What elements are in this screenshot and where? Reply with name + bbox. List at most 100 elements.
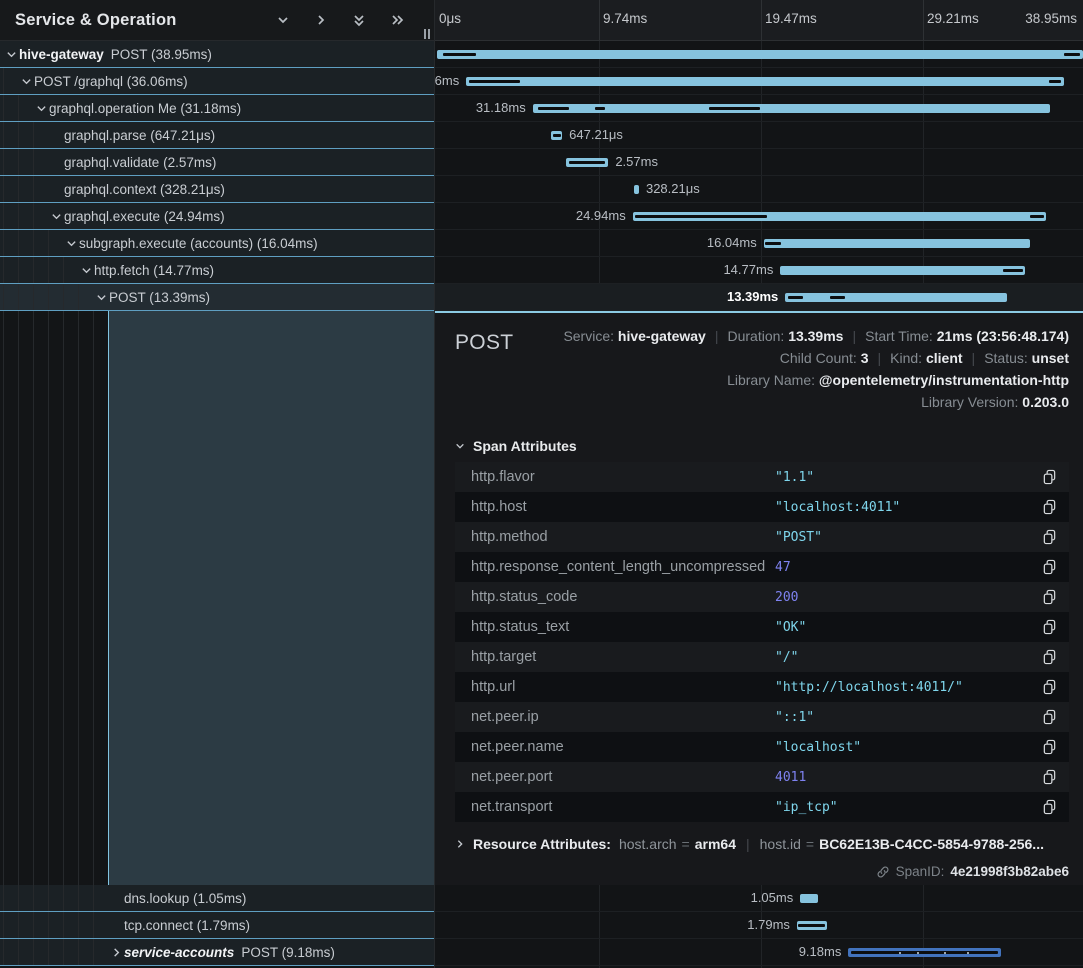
meta-label: Duration: <box>727 328 788 344</box>
row-toggle[interactable] <box>18 76 34 87</box>
copy-value-button[interactable] <box>1042 559 1057 575</box>
row-toggle[interactable] <box>108 947 124 958</box>
span-row[interactable]: http.fetch (14.77ms) <box>0 257 434 284</box>
span-attributes-table: http.flavor"1.1"http.host"localhost:4011… <box>455 462 1069 822</box>
indent-guide <box>18 203 33 229</box>
copy-value-button[interactable] <box>1042 529 1057 545</box>
timeline-row[interactable]: 13.39ms <box>435 284 1083 311</box>
ruler-tick-label: 0μs <box>439 11 461 26</box>
attribute-row: net.transport"ip_tcp" <box>455 792 1069 822</box>
timeline-row[interactable]: 9.18ms <box>435 939 1083 966</box>
span-bar[interactable] <box>533 104 1050 113</box>
copy-value-button[interactable] <box>1042 649 1057 665</box>
row-toggle[interactable] <box>3 49 19 60</box>
timeline-row[interactable]: 647.21μs <box>435 122 1083 149</box>
indent-guide <box>18 284 33 310</box>
span-row[interactable]: POST (13.39ms) <box>0 284 434 311</box>
span-bar[interactable] <box>634 185 639 194</box>
row-toggle[interactable] <box>78 265 94 276</box>
timeline-row[interactable]: 328.21μs <box>435 176 1083 203</box>
span-row[interactable]: subgraph.execute (accounts) (16.04ms) <box>0 230 434 257</box>
attribute-value: "localhost:4011" <box>775 500 900 515</box>
copy-value-button[interactable] <box>1042 499 1057 515</box>
copy-value-button[interactable] <box>1042 679 1057 695</box>
span-row[interactable]: graphql.context (328.21μs) <box>0 176 434 203</box>
row-toggle[interactable] <box>33 103 49 114</box>
chevron-down-icon <box>51 211 62 222</box>
span-bar[interactable] <box>437 50 1083 59</box>
indent-guide <box>33 257 48 283</box>
meta-label: Start Time: <box>865 328 937 344</box>
panel-resize-grip[interactable] <box>424 29 430 39</box>
copy-icon <box>1042 739 1057 755</box>
expand-one-icon[interactable] <box>314 13 328 27</box>
span-row[interactable]: graphql.parse (647.21μs) <box>0 122 434 149</box>
indent-guide <box>18 885 33 911</box>
indent-guide <box>33 939 48 965</box>
resource-key: host.arch <box>619 836 677 852</box>
copy-value-button[interactable] <box>1042 739 1057 755</box>
span-bar[interactable] <box>764 239 1030 248</box>
copy-value-button[interactable] <box>1042 589 1057 605</box>
span-bar[interactable] <box>800 894 817 903</box>
span-bar[interactable] <box>633 212 1047 221</box>
ruler-gridline <box>923 0 924 40</box>
timeline-row[interactable]: 1.05ms <box>435 885 1083 912</box>
copy-icon <box>1042 499 1057 515</box>
indent-guide <box>33 912 48 938</box>
copy-value-button[interactable] <box>1042 769 1057 785</box>
copy-value-button[interactable] <box>1042 709 1057 725</box>
copy-value-button[interactable] <box>1042 799 1057 815</box>
span-bar[interactable] <box>566 158 609 167</box>
timeline-row[interactable]: 36.06ms <box>435 68 1083 95</box>
span-row[interactable]: POST /graphql (36.06ms) <box>0 68 434 95</box>
collapse-all-icon[interactable] <box>352 13 366 27</box>
timeline-row[interactable]: 2.57ms <box>435 149 1083 176</box>
expand-all-icon[interactable] <box>390 13 404 27</box>
span-bar[interactable] <box>848 948 1000 957</box>
span-bar[interactable] <box>466 77 1064 86</box>
timeline-row[interactable]: 31.18ms <box>435 95 1083 122</box>
row-toggle[interactable] <box>93 292 109 303</box>
timeline-ruler[interactable]: 0μs9.74ms19.47ms29.21ms38.95ms <box>435 0 1083 41</box>
timeline-row[interactable]: 14.77ms <box>435 257 1083 284</box>
ruler-tick-label: 19.47ms <box>765 11 817 26</box>
collapse-one-icon[interactable] <box>276 13 290 27</box>
span-bar[interactable] <box>551 131 562 140</box>
link-icon[interactable] <box>876 865 890 879</box>
timeline-row[interactable]: 24.94ms <box>435 203 1083 230</box>
timeline-row[interactable]: 1.79ms <box>435 912 1083 939</box>
span-row[interactable]: graphql.operation Me (31.18ms) <box>0 95 434 122</box>
timeline-row[interactable]: 16.04ms <box>435 230 1083 257</box>
span-label: graphql.execute (24.94ms) <box>64 209 225 224</box>
row-toggle[interactable] <box>48 211 64 222</box>
copy-value-button[interactable] <box>1042 619 1057 635</box>
timeline-rows-bottom: 1.05ms1.79ms9.18ms <box>435 885 1083 966</box>
attribute-row: net.peer.name"localhost" <box>455 732 1069 762</box>
indent-guide <box>3 149 18 175</box>
span-attributes-section-header[interactable]: Span Attributes <box>455 438 1069 454</box>
ruler-tick-label: 9.74ms <box>603 11 647 26</box>
span-detail-panel: POST Service: hive-gateway|Duration: 13.… <box>435 311 1083 885</box>
span-duration-label: 647.21μs <box>569 122 623 148</box>
attribute-value: 47 <box>775 560 791 575</box>
indent-guide <box>3 176 18 202</box>
span-bar[interactable] <box>780 266 1025 275</box>
meta-separator: | <box>878 350 882 366</box>
span-duration-label: 31.18ms <box>476 95 526 121</box>
resource-separator: | <box>746 836 750 852</box>
span-row[interactable]: graphql.execute (24.94ms) <box>0 203 434 230</box>
row-toggle[interactable] <box>63 238 79 249</box>
span-row[interactable]: service-accountsPOST (9.18ms) <box>0 939 434 966</box>
resource-attributes-row[interactable]: Resource Attributes: host.arch=arm64|hos… <box>455 836 1069 852</box>
span-row[interactable]: tcp.connect (1.79ms) <box>0 912 434 939</box>
span-row[interactable]: hive-gatewayPOST (38.95ms) <box>0 41 434 68</box>
span-row[interactable]: graphql.validate (2.57ms) <box>0 149 434 176</box>
span-row[interactable]: dns.lookup (1.05ms) <box>0 885 434 912</box>
span-bar[interactable] <box>797 921 827 930</box>
span-bar[interactable] <box>785 293 1007 302</box>
timeline-row[interactable] <box>435 41 1083 68</box>
copy-value-button[interactable] <box>1042 469 1057 485</box>
span-id-value: 4e21998f3b82abe6 <box>950 864 1069 879</box>
meta-value: 21ms (23:56:48.174) <box>937 328 1069 344</box>
